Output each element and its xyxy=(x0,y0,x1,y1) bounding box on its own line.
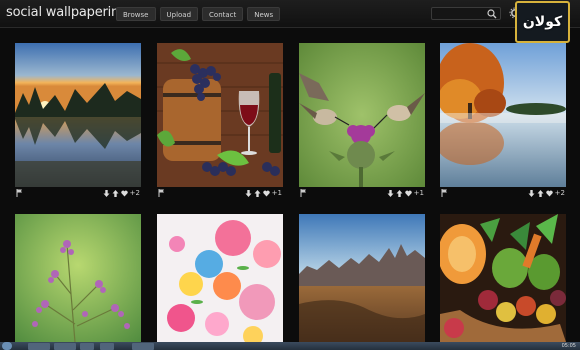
vote-up-icon[interactable] xyxy=(254,189,261,197)
nav-browse-button[interactable]: Browse xyxy=(116,7,156,21)
wallpaper-thumbnail-hummingbirds[interactable] xyxy=(299,43,425,187)
vote-up-icon[interactable] xyxy=(537,189,544,197)
flag-icon[interactable] xyxy=(300,189,307,197)
tile-actions: +2 xyxy=(103,189,140,197)
flag-icon[interactable] xyxy=(158,189,165,197)
vote-down-icon[interactable] xyxy=(528,189,535,197)
heart-icon[interactable] xyxy=(120,190,128,197)
wallpaper-thumbnail-autumn-lake[interactable] xyxy=(440,43,566,187)
search-box xyxy=(431,7,501,27)
flag-icon[interactable] xyxy=(441,189,448,197)
vote-up-icon[interactable] xyxy=(112,189,119,197)
taskbar-item[interactable] xyxy=(28,343,50,350)
wallpaper-tile[interactable] xyxy=(15,214,141,342)
wallpaper-tile[interactable]: +2 xyxy=(440,43,566,199)
search-icon[interactable] xyxy=(487,9,497,19)
badge-text: كولان xyxy=(522,14,563,30)
wallpaper-tile[interactable] xyxy=(157,214,283,342)
flag-icon[interactable] xyxy=(16,189,23,197)
wallpaper-tile[interactable]: +2 xyxy=(15,43,141,199)
tile-meta: +2 xyxy=(15,187,141,199)
nav-contact-button[interactable]: Contact xyxy=(202,7,244,21)
main-nav: Browse Upload Contact News xyxy=(116,7,281,21)
wallpaper-thumbnail-purple-flowers[interactable] xyxy=(15,214,141,342)
vote-count: +2 xyxy=(554,189,565,197)
heart-icon[interactable] xyxy=(262,190,270,197)
start-button[interactable] xyxy=(2,342,12,350)
wallpaper-tile[interactable]: +1 xyxy=(157,43,283,199)
tile-actions: +1 xyxy=(387,189,424,197)
wallpaper-thumbnail-colorful-flowers[interactable] xyxy=(157,214,283,342)
tile-meta: +2 xyxy=(440,187,566,199)
vote-down-icon[interactable] xyxy=(103,189,110,197)
tile-actions: +2 xyxy=(528,189,565,197)
wallpaper-thumbnail-wine-grapes[interactable] xyxy=(157,43,283,187)
taskbar-item[interactable] xyxy=(132,343,154,350)
search-input[interactable] xyxy=(432,16,488,27)
vote-count: +1 xyxy=(271,189,282,197)
vote-count: +1 xyxy=(413,189,424,197)
wallpaper-thumbnail-sunset-lake[interactable] xyxy=(15,43,141,187)
vote-down-icon[interactable] xyxy=(245,189,252,197)
vote-up-icon[interactable] xyxy=(396,189,403,197)
vote-count: +2 xyxy=(129,189,140,197)
wallpaper-thumbnail-fruits-vegetables[interactable] xyxy=(440,214,566,342)
vote-down-icon[interactable] xyxy=(387,189,394,197)
taskbar-item[interactable] xyxy=(80,343,94,350)
tile-meta: +1 xyxy=(299,187,425,199)
site-logo[interactable]: social wallpapering xyxy=(6,5,127,20)
taskbar-item[interactable] xyxy=(100,343,114,350)
tile-meta: +1 xyxy=(157,187,283,199)
taskbar-clock[interactable]: 05:05 xyxy=(562,342,576,350)
tile-actions: +1 xyxy=(245,189,282,197)
taskbar: 05:05 xyxy=(0,342,580,350)
top-bar: social wallpapering Browse Upload Contac… xyxy=(0,0,580,28)
heart-icon[interactable] xyxy=(404,190,412,197)
wallpaper-tile[interactable]: +1 xyxy=(299,43,425,199)
wallpaper-tile[interactable] xyxy=(299,214,425,342)
nav-news-button[interactable]: News xyxy=(247,7,281,21)
watermark-badge: كولان xyxy=(515,1,570,43)
wallpaper-thumbnail-rocky-desert[interactable] xyxy=(299,214,425,342)
wallpaper-tile[interactable] xyxy=(440,214,566,342)
page: social wallpapering Browse Upload Contac… xyxy=(0,0,580,350)
heart-icon[interactable] xyxy=(545,190,553,197)
taskbar-item[interactable] xyxy=(54,343,76,350)
nav-upload-button[interactable]: Upload xyxy=(159,7,199,21)
